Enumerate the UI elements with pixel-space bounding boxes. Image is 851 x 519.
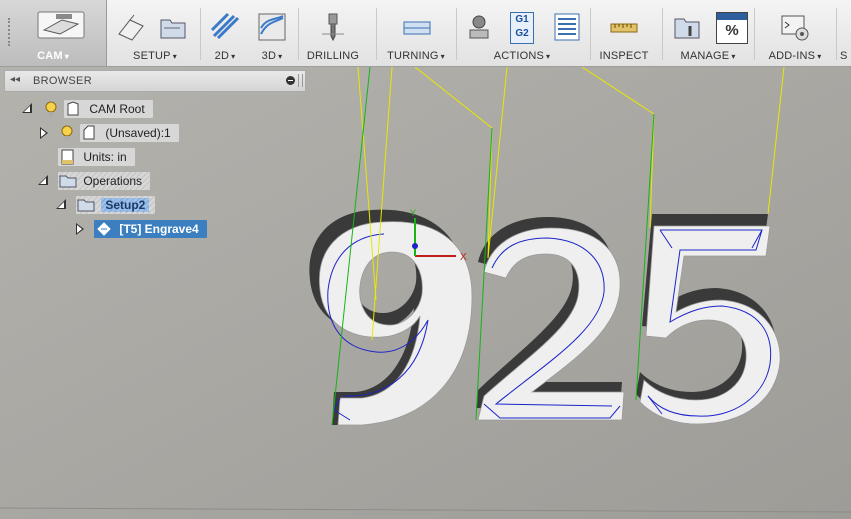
toolbar-overflow[interactable]: S <box>840 0 851 66</box>
cam-root-icon <box>67 101 79 116</box>
folder-setup-icon <box>160 19 186 39</box>
turning-icon <box>403 21 431 35</box>
expand-toggle-icon[interactable] <box>38 175 48 185</box>
drilling-label: DRILLING <box>306 50 360 62</box>
tool-library-icon <box>674 18 700 39</box>
post-library-icon: % <box>716 12 748 44</box>
post-process-icon: G1 G2 <box>510 12 534 44</box>
tree-label: Setup2 <box>101 198 150 212</box>
manage-menu[interactable]: % MANAGE ▾ <box>664 0 752 66</box>
browser-panel-header[interactable]: ◂◂ BROWSER <box>4 70 306 92</box>
digit-5 <box>636 214 781 425</box>
measure-icon <box>610 23 638 33</box>
engrave-operation-icon <box>97 222 111 236</box>
cam-workspace-icon <box>37 11 85 39</box>
workspace-cam-button[interactable]: CAM ▾ <box>0 0 107 66</box>
2d-label: 2D <box>214 50 230 62</box>
tree-label: Units: in <box>83 150 127 164</box>
expand-toggle-icon[interactable] <box>22 103 32 113</box>
component-icon <box>83 125 95 140</box>
drill-icon <box>322 13 344 42</box>
cam-label: CAM <box>37 50 63 62</box>
turning-label: TURNING <box>387 50 439 62</box>
expand-toggle-icon[interactable] <box>40 127 48 139</box>
setup-label: SETUP <box>133 50 171 62</box>
inspect-label: INSPECT <box>599 50 649 62</box>
tree-label: (Unsaved):1 <box>105 126 171 140</box>
units-icon <box>61 149 74 165</box>
visibility-bulb-icon[interactable] <box>44 101 58 117</box>
overflow-label: S <box>840 50 848 62</box>
expand-toggle-icon[interactable] <box>56 199 66 209</box>
actions-label: ACTIONS <box>493 50 545 62</box>
manage-label: MANAGE <box>680 50 730 62</box>
browser-resize-grip[interactable] <box>298 74 303 87</box>
3d-milling-icon <box>258 13 286 41</box>
setup-icon <box>77 199 95 212</box>
cam-toolbar: CAM ▾ SETUP ▾ 2D ▾ 3D ▾ DRILLING TURNING ▾ G1… <box>0 0 851 67</box>
3d-label: 3D <box>261 50 277 62</box>
setup-menu[interactable]: SETUP ▾ <box>110 0 200 66</box>
2d-menu[interactable]: 2D ▾ <box>203 0 247 66</box>
drilling-button[interactable]: DRILLING <box>300 0 366 66</box>
add-ins-menu[interactable]: ADD-INS ▾ <box>756 0 834 66</box>
new-setup-icon <box>118 14 144 41</box>
3d-menu[interactable]: 3D ▾ <box>250 0 294 66</box>
axis-y-label: Y <box>410 208 416 218</box>
add-ins-label: ADD-INS <box>768 50 816 62</box>
actions-menu[interactable]: G1 G2 ACTIONS ▾ <box>458 0 586 66</box>
simulate-icon <box>469 15 489 39</box>
tree-label: [T5] Engrave4 <box>119 222 199 236</box>
2d-milling-icon <box>210 12 240 40</box>
visibility-bulb-icon[interactable] <box>60 125 74 141</box>
minimize-browser-icon[interactable] <box>286 76 295 85</box>
browser-title: BROWSER <box>33 75 92 87</box>
setup-sheet-icon <box>554 13 580 41</box>
toolbar-grip[interactable] <box>8 18 16 46</box>
tree-label: CAM Root <box>89 102 145 116</box>
expand-toggle-icon[interactable] <box>76 223 84 235</box>
collapse-browser-icon[interactable]: ◂◂ <box>10 74 20 85</box>
turning-menu[interactable]: TURNING ▾ <box>378 0 454 66</box>
tree-label: Operations <box>83 174 143 188</box>
operations-folder-icon <box>59 175 77 188</box>
axis-x-label: X <box>460 252 467 263</box>
inspect-button[interactable]: INSPECT <box>592 0 656 66</box>
scripts-addins-icon <box>781 15 809 41</box>
